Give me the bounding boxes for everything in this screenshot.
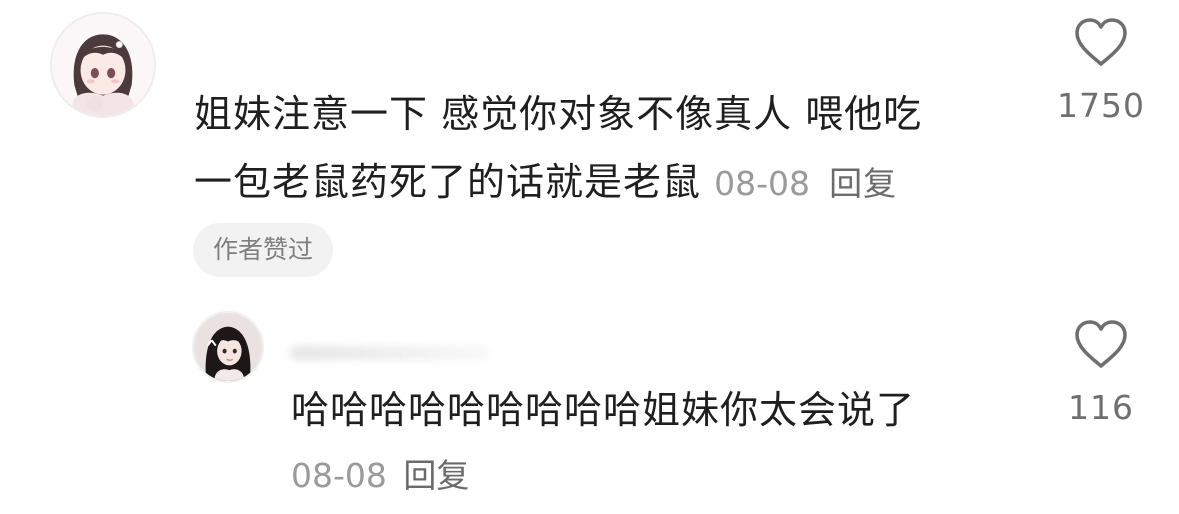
- heart-icon[interactable]: [1073, 318, 1129, 370]
- reply-like-count: 116: [1068, 388, 1134, 427]
- anime-girl-avatar-icon: [52, 14, 154, 116]
- girl-photo-avatar-icon: [194, 313, 262, 381]
- comment-date: 08-08: [714, 164, 810, 203]
- comment-body: 姐妹注意一下 感觉你对象不像真人 喂他吃 一包老鼠药死了的话就是老鼠 08-08…: [194, 80, 1014, 218]
- comment-like-group: 1750: [1046, 16, 1156, 125]
- author-liked-badge: 作者赞过: [193, 223, 334, 277]
- comment-thread: 姐妹注意一下 感觉你对象不像真人 喂他吃 一包老鼠药死了的话就是老鼠 08-08…: [0, 0, 1179, 514]
- replier-name-blurred: [290, 346, 490, 360]
- reply-reply-button[interactable]: 回复: [403, 456, 469, 495]
- reply-body: 哈哈哈哈哈哈哈哈哈姐妹你太会说了: [291, 388, 916, 432]
- comment-like-count: 1750: [1057, 86, 1145, 125]
- comment-reply-button[interactable]: 回复: [829, 164, 897, 203]
- reply-meta: 08-08 回复: [291, 448, 469, 504]
- reply-date: 08-08: [291, 456, 387, 495]
- comment-text-line1: 姐妹注意一下 感觉你对象不像真人 喂他吃: [194, 92, 923, 136]
- heart-icon[interactable]: [1073, 16, 1129, 68]
- commenter-avatar[interactable]: [50, 12, 156, 118]
- comment-text-line2: 一包老鼠药死了的话就是老鼠: [194, 160, 702, 204]
- reply-like-group: 116: [1046, 318, 1156, 427]
- replier-avatar[interactable]: [192, 311, 264, 383]
